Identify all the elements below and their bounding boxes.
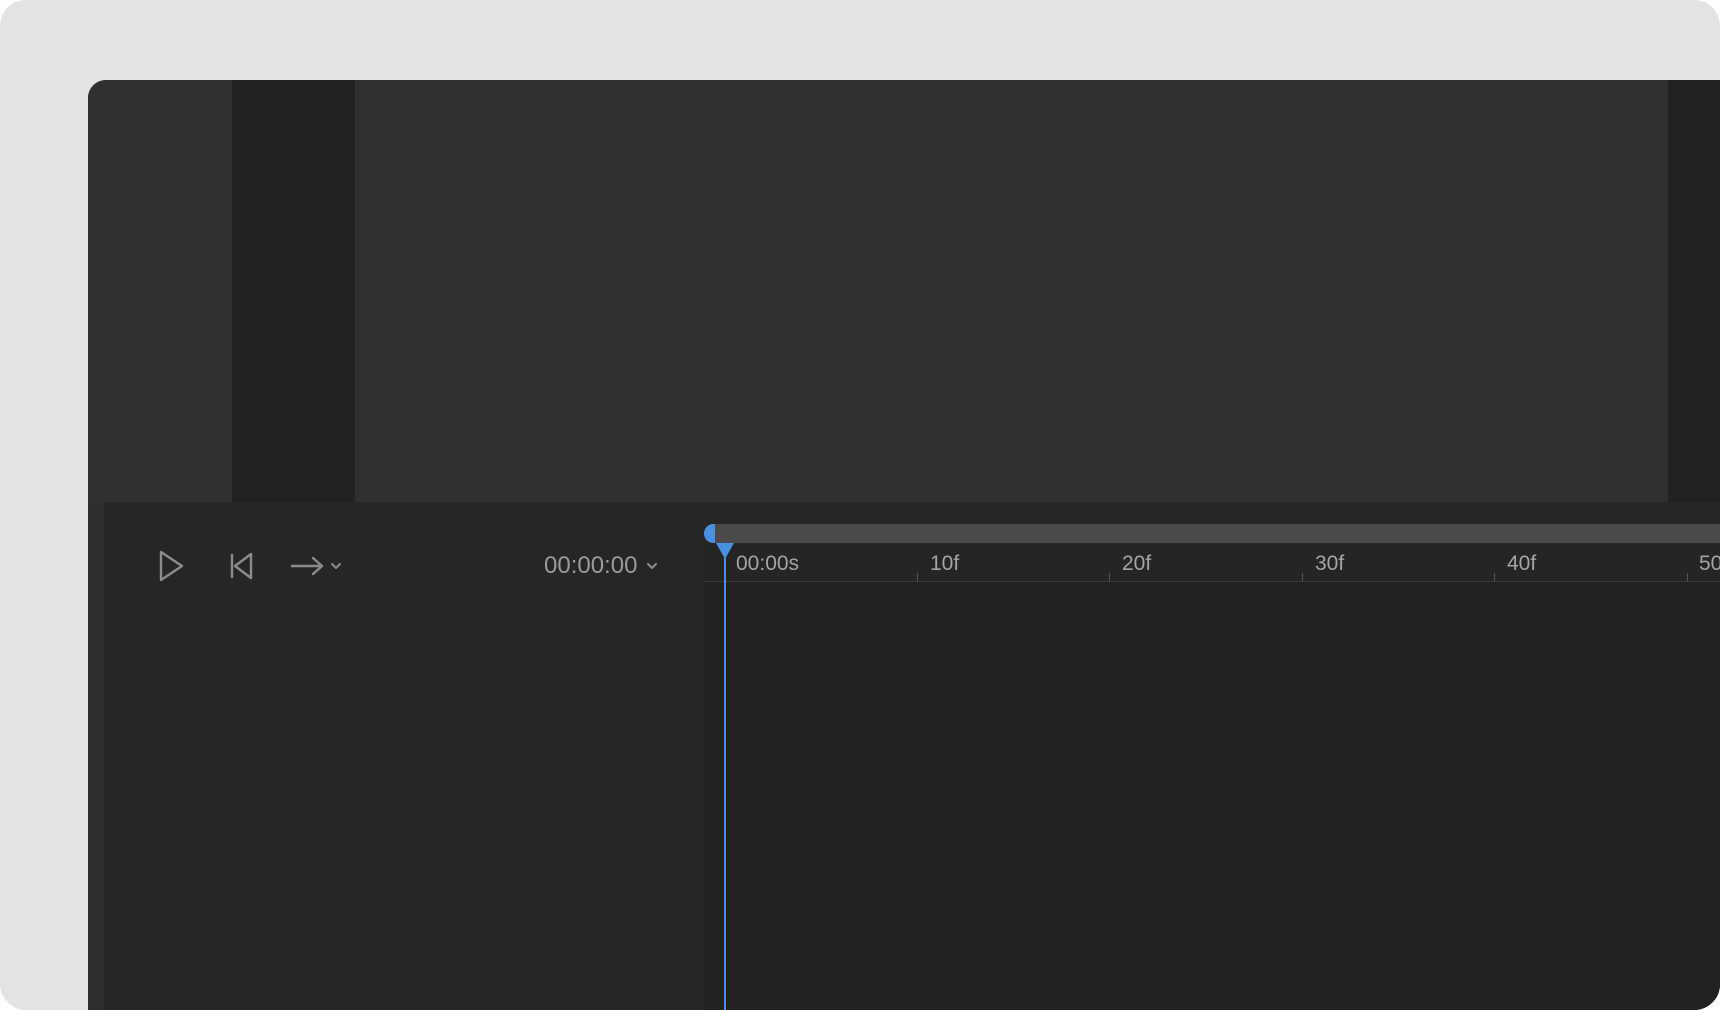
ruler-label: 10f xyxy=(930,552,960,575)
layers-panel xyxy=(88,80,232,502)
playback-mode-button[interactable] xyxy=(288,548,344,584)
keyframe-area: 00:00s 10f 20f 30f 40f 50f xyxy=(704,502,1720,1010)
playhead-line xyxy=(724,543,726,1010)
play-button[interactable] xyxy=(154,548,188,584)
properties-panel xyxy=(1668,80,1720,502)
ruler-label: 20f xyxy=(1122,552,1152,575)
ruler-label: 30f xyxy=(1315,552,1345,575)
time-ruler[interactable]: 00:00s 10f 20f 30f 40f 50f xyxy=(704,543,1720,582)
ruler-tick xyxy=(1109,573,1110,581)
arrow-right-icon xyxy=(291,556,324,576)
ruler-tick xyxy=(917,573,918,581)
ruler-label: 50f xyxy=(1699,552,1720,575)
scrollbar-handle[interactable] xyxy=(704,524,715,543)
track-list xyxy=(104,598,704,1010)
ruler-label: 00:00s xyxy=(736,552,800,575)
timeline-edge xyxy=(88,502,104,1010)
playback-controls: 00:00:00 xyxy=(104,502,704,598)
tools-panel xyxy=(232,80,355,502)
ruler-label: 40f xyxy=(1507,552,1537,575)
go-to-start-button[interactable] xyxy=(226,548,256,584)
play-icon xyxy=(159,550,184,582)
chevron-down-icon xyxy=(647,563,658,569)
keyframe-grid[interactable] xyxy=(704,582,1720,1010)
chevron-down-icon xyxy=(331,563,341,569)
skip-to-start-icon xyxy=(230,552,253,580)
ruler-tick xyxy=(1687,573,1688,581)
animation-editor-window: 00:00:00 00:00s 10f 20f 30f 40f 50 xyxy=(88,80,1720,1010)
time-display-dropdown[interactable]: 00:00:00 xyxy=(544,548,659,584)
ruler-tick xyxy=(1494,573,1495,581)
stage-canvas[interactable] xyxy=(355,80,1668,502)
timeline-scrollbar[interactable] xyxy=(704,524,1720,543)
timeline-panel: 00:00:00 00:00s 10f 20f 30f 40f 50 xyxy=(88,502,1720,1010)
playhead-handle[interactable] xyxy=(716,543,734,559)
current-time-value: 00:00:00 xyxy=(544,552,638,579)
device-frame: 00:00:00 00:00s 10f 20f 30f 40f 50 xyxy=(0,0,1720,1010)
ruler-tick xyxy=(1302,573,1303,581)
